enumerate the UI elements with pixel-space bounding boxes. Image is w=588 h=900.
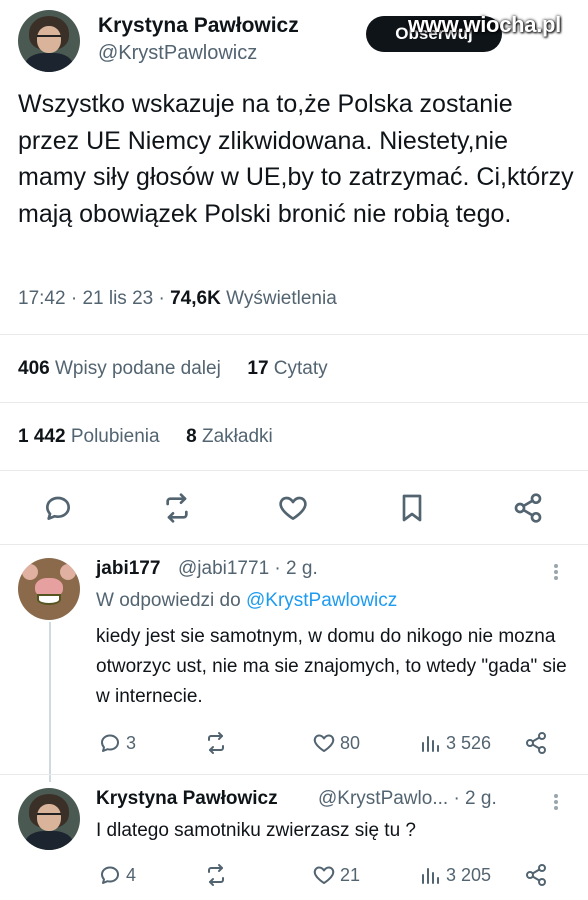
- reply-author-handle: @KrystPawlo... · 2 g.: [318, 788, 497, 810]
- author-avatar[interactable]: [18, 10, 80, 72]
- reply-handle[interactable]: @KrystPawlo...: [318, 788, 448, 809]
- avatar-body: [25, 53, 73, 72]
- more-options-button[interactable]: [552, 562, 560, 586]
- avatar-body: [25, 831, 73, 850]
- tweet-text: Wszystko wskazuje na to,że Polska zostan…: [18, 90, 574, 228]
- reply-count: 4: [126, 864, 137, 885]
- share-icon: [514, 493, 542, 523]
- tweet-time[interactable]: 17:42: [18, 288, 66, 309]
- reply-reply-button[interactable]: 3: [98, 730, 136, 756]
- dot: [554, 806, 558, 810]
- reposts-label[interactable]: Wpisy podane dalej: [55, 358, 221, 379]
- views-label: Wyświetlenia: [226, 288, 337, 309]
- stats-reposts-row: 406 Wpisy podane dalej 17 Cytaty: [18, 358, 328, 380]
- divider: [0, 774, 588, 775]
- avatar-ear: [21, 564, 38, 581]
- heart-icon: [279, 496, 307, 520]
- retweet-button[interactable]: [161, 492, 193, 524]
- divider: [0, 544, 588, 545]
- reply-like-button[interactable]: 21: [312, 862, 360, 888]
- bookmark-icon: [402, 494, 422, 522]
- like-count: 80: [340, 732, 361, 753]
- views-count: 3 526: [446, 732, 492, 753]
- dot: [554, 564, 558, 568]
- reply-retweet-button[interactable]: [204, 730, 232, 756]
- meta-separator: ·: [158, 288, 171, 309]
- reply-like-button[interactable]: 80: [312, 730, 360, 756]
- meta-separator: ·: [70, 288, 83, 309]
- stats-likes-row: 1 442 Polubienia 8 Zakładki: [18, 426, 273, 448]
- heart-icon: [313, 734, 335, 752]
- author-handle[interactable]: @KrystPawlowicz: [98, 42, 257, 65]
- reply-reply-button[interactable]: 4: [98, 862, 136, 888]
- dot: [554, 576, 558, 580]
- views-icon: [422, 736, 439, 752]
- reply-author-handle: @jabi1771 · 2 g.: [178, 558, 318, 580]
- divider: [0, 334, 588, 335]
- reply-author-name[interactable]: jabi177: [96, 558, 160, 580]
- avatar-ear: [60, 564, 77, 581]
- share-icon: [526, 732, 546, 754]
- replying-to: W odpowiedzi do @KrystPawlowicz: [96, 590, 397, 612]
- tweet-meta: 17:42 · 21 lis 23 · 74,6K Wyświetlenia: [18, 288, 337, 310]
- reply-views-button[interactable]: 3 205: [418, 862, 491, 888]
- quotes-label[interactable]: Cytaty: [274, 358, 328, 379]
- like-button[interactable]: [277, 492, 309, 524]
- reply-avatar[interactable]: [18, 558, 80, 620]
- dot: [554, 794, 558, 798]
- divider: [0, 470, 588, 471]
- reply-text: I dlatego samotniku zwierzasz się tu ?: [96, 820, 416, 841]
- avatar-glasses: [36, 812, 62, 818]
- reply-icon: [101, 734, 119, 752]
- reply-icon: [46, 496, 70, 520]
- reply-age[interactable]: · 2 g.: [453, 788, 496, 809]
- likes-count[interactable]: 1 442: [18, 426, 66, 447]
- reply-icon: [101, 866, 119, 884]
- tweet-action-bar: [0, 486, 588, 530]
- retweet-icon: [166, 493, 188, 523]
- thread-connector: [49, 622, 51, 782]
- bookmark-button[interactable]: [396, 492, 428, 524]
- likes-label[interactable]: Polubienia: [71, 426, 160, 447]
- reply-share-button[interactable]: [524, 862, 548, 888]
- more-options-button[interactable]: [552, 792, 560, 816]
- share-icon: [526, 864, 546, 886]
- reply-retweet-button[interactable]: [204, 862, 232, 888]
- reply-handle[interactable]: @jabi1771: [178, 558, 269, 579]
- share-button[interactable]: [512, 492, 544, 524]
- bookmarks-count[interactable]: 8: [186, 426, 197, 447]
- heart-icon: [313, 866, 335, 884]
- retweet-icon: [208, 732, 224, 754]
- dot: [554, 800, 558, 804]
- bookmarks-label[interactable]: Zakładki: [202, 426, 273, 447]
- reply-share-button[interactable]: [524, 730, 548, 756]
- quotes-count[interactable]: 17: [247, 358, 268, 379]
- reply-author-name[interactable]: Krystyna Pawłowicz: [96, 788, 278, 810]
- reposts-count[interactable]: 406: [18, 358, 50, 379]
- views-icon: [422, 868, 439, 884]
- author-name[interactable]: Krystyna Pawłowicz: [98, 14, 299, 38]
- avatar-mouth: [36, 593, 62, 606]
- reply-count: 3: [126, 732, 137, 753]
- avatar-glasses: [36, 34, 62, 40]
- divider: [0, 402, 588, 403]
- reply-age[interactable]: · 2 g.: [274, 558, 317, 579]
- reply-button[interactable]: [42, 492, 74, 524]
- watermark: www.wiocha.pl: [408, 12, 561, 37]
- views-count: 74,6K: [170, 288, 221, 309]
- reply-text: kiedy jest sie samotnym, w domu do nikog…: [96, 626, 567, 707]
- retweet-icon: [208, 864, 224, 886]
- dot: [554, 570, 558, 574]
- views-count: 3 205: [446, 864, 492, 885]
- reply-avatar[interactable]: [18, 788, 80, 850]
- replying-to-prefix: W odpowiedzi do: [96, 590, 241, 611]
- reply-views-button[interactable]: 3 526: [418, 730, 491, 756]
- tweet-date[interactable]: 21 lis 23: [82, 288, 153, 309]
- replying-to-handle[interactable]: @KrystPawlowicz: [246, 590, 397, 611]
- like-count: 21: [340, 864, 361, 885]
